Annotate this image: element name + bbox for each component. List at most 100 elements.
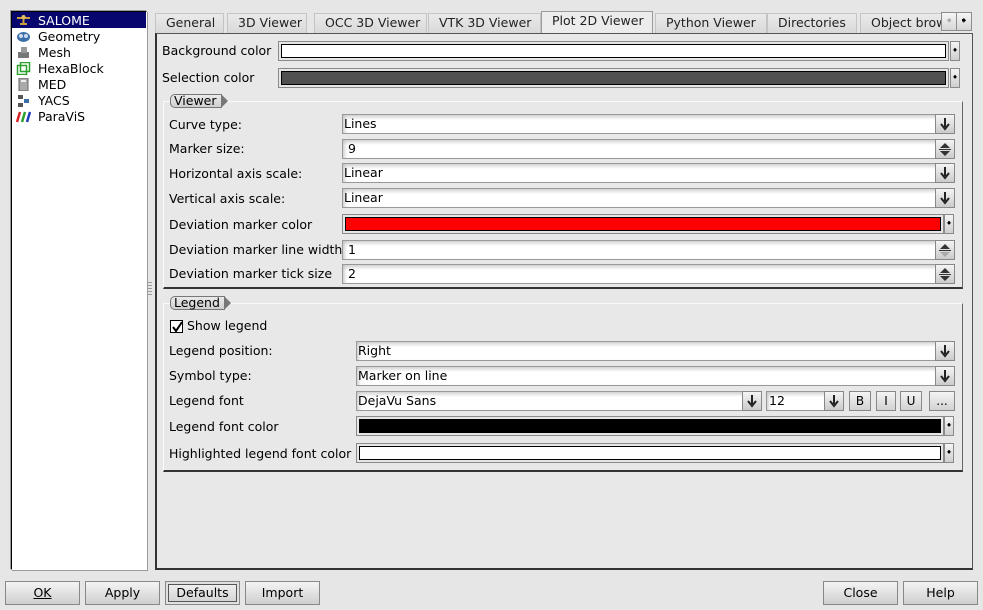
legend-font-size-dropdown-button[interactable]: [824, 391, 844, 411]
legend-font-size-select[interactable]: 12: [766, 391, 844, 411]
legend-font-color-dropdown[interactable]: 🠻: [944, 416, 954, 436]
underline-button[interactable]: U: [900, 391, 922, 411]
module-item-paravis[interactable]: ParaViS: [12, 108, 146, 124]
checkmark-icon: [172, 321, 183, 333]
selection-color-swatch: [281, 71, 946, 85]
show-legend-checkbox[interactable]: [170, 320, 183, 333]
deviation-marker-color-label: Deviation marker color: [169, 217, 313, 232]
spin-up-down-icon: [939, 268, 951, 281]
tab-plot-2d-viewer[interactable]: Plot 2D Viewer: [541, 11, 653, 33]
arrow-down-icon: 🠻: [946, 219, 952, 229]
module-item-med[interactable]: MED: [12, 76, 146, 92]
legend-font-color-swatch: [359, 419, 941, 433]
marker-size-spinbox[interactable]: 9: [342, 139, 955, 159]
tab-occ-3d-viewer[interactable]: OCC 3D Viewer: [314, 13, 427, 33]
import-label: Import: [261, 585, 304, 600]
show-legend-label[interactable]: Show legend: [187, 318, 267, 333]
italic-button[interactable]: I: [876, 391, 896, 411]
geometry-icon: [16, 30, 31, 43]
symbol-type-value: Marker on line: [358, 368, 448, 383]
defaults-button[interactable]: Defaults: [165, 581, 240, 605]
module-item-mesh[interactable]: Mesh: [12, 44, 146, 60]
splitter-handle[interactable]: [148, 282, 152, 296]
legend-group-title: Legend: [170, 296, 231, 310]
ok-label: OK: [33, 585, 52, 600]
symbol-type-dropdown-button[interactable]: [935, 366, 955, 386]
module-item-geometry[interactable]: Geometry: [12, 28, 146, 44]
highlighted-legend-font-color-button[interactable]: [356, 443, 944, 463]
ok-button[interactable]: OK: [5, 581, 80, 605]
module-label: HexaBlock: [38, 60, 104, 76]
arrow-left-icon: 🠸: [946, 16, 952, 27]
marker-size-spin-buttons[interactable]: [935, 139, 955, 159]
tab-object-browser[interactable]: Object brow: [860, 13, 942, 33]
highlighted-legend-font-color-dropdown[interactable]: 🠻: [944, 443, 954, 463]
legend-font-label: Legend font: [169, 393, 244, 408]
legend-position-value: Right: [358, 343, 391, 358]
background-color-button[interactable]: [278, 41, 949, 61]
arrow-down-icon: [747, 395, 757, 408]
module-label: Mesh: [38, 44, 71, 60]
arrow-down-icon: 🠻: [946, 421, 952, 431]
legend-position-label: Legend position:: [169, 343, 273, 358]
module-item-salome[interactable]: SALOME: [12, 12, 146, 28]
curve-type-dropdown-button[interactable]: [935, 114, 955, 134]
vertical-axis-scale-label: Vertical axis scale:: [169, 191, 286, 206]
symbol-type-select[interactable]: Marker on line: [356, 366, 955, 386]
legend-position-dropdown-button[interactable]: [935, 341, 955, 361]
marker-size-value: 9: [348, 141, 356, 156]
deviation-marker-color-dropdown[interactable]: 🠻: [944, 214, 954, 234]
deviation-marker-tick-size-spinbox[interactable]: 2: [342, 264, 955, 284]
bold-button[interactable]: B: [849, 391, 871, 411]
vertical-axis-scale-dropdown-button[interactable]: [935, 188, 955, 208]
legend-font-color-button[interactable]: [356, 416, 944, 436]
tab-3d-viewer[interactable]: 3D Viewer: [227, 13, 307, 33]
deviation-marker-line-width-spinbox[interactable]: 1: [342, 240, 955, 260]
legend-font-size-value: 12: [769, 393, 785, 408]
vertical-axis-scale-select[interactable]: Linear: [342, 188, 955, 208]
defaults-label: Defaults: [176, 585, 229, 600]
marker-size-label: Marker size:: [169, 141, 245, 156]
deviation-marker-tick-size-spin-buttons[interactable]: [935, 264, 955, 284]
horizontal-axis-scale-select[interactable]: Linear: [342, 163, 955, 183]
tab-vtk-3d-viewer[interactable]: VTK 3D Viewer: [428, 13, 541, 33]
legend-font-family-dropdown-button[interactable]: [742, 391, 762, 411]
viewer-group-title: Viewer: [170, 94, 227, 108]
tab-python-viewer[interactable]: Python Viewer: [655, 13, 767, 33]
help-button[interactable]: Help: [903, 581, 978, 605]
curve-type-value: Lines: [344, 116, 377, 131]
tab-scroll-right-button[interactable]: 🠺: [956, 12, 972, 31]
module-item-hexablock[interactable]: HexaBlock: [12, 60, 146, 76]
import-button[interactable]: Import: [245, 581, 320, 605]
module-label: Geometry: [38, 28, 101, 44]
arrow-down-icon: [940, 118, 950, 131]
highlighted-legend-font-color-swatch: [359, 446, 941, 460]
legend-font-family-select[interactable]: DejaVu Sans: [356, 391, 762, 411]
deviation-marker-line-width-label: Deviation marker line width: [169, 242, 343, 257]
module-list[interactable]: SALOME Geometry Mesh HexaBlock MED YACS: [11, 11, 147, 570]
selection-color-button[interactable]: [278, 68, 949, 88]
tab-bar: General 3D Viewer OCC 3D Viewer VTK 3D V…: [155, 11, 942, 33]
horizontal-axis-scale-dropdown-button[interactable]: [935, 163, 955, 183]
background-color-dropdown[interactable]: 🠻: [950, 41, 960, 61]
tab-scroll-left-button[interactable]: 🠸: [941, 12, 957, 31]
apply-label: Apply: [104, 585, 141, 600]
curve-type-label: Curve type:: [169, 117, 242, 132]
module-label: ParaViS: [38, 108, 86, 124]
tab-general[interactable]: General: [155, 13, 224, 33]
tab-directories[interactable]: Directories: [767, 13, 857, 33]
arrow-right-icon: 🠺: [961, 16, 967, 27]
module-item-yacs[interactable]: YACS: [12, 92, 146, 108]
apply-button[interactable]: Apply: [85, 581, 160, 605]
font-more-button[interactable]: ...: [929, 391, 955, 411]
horizontal-axis-scale-value: Linear: [344, 165, 383, 180]
selection-color-dropdown[interactable]: 🠻: [950, 68, 960, 88]
module-label: SALOME: [38, 12, 90, 28]
deviation-marker-color-button[interactable]: [342, 214, 944, 234]
curve-type-select[interactable]: Lines: [342, 114, 955, 134]
highlighted-legend-font-color-label: Highlighted legend font color: [169, 446, 352, 461]
deviation-marker-line-width-spin-buttons[interactable]: [935, 240, 955, 260]
close-button[interactable]: Close: [823, 581, 898, 605]
deviation-marker-tick-size-value: 2: [348, 266, 356, 281]
legend-position-select[interactable]: Right: [356, 341, 955, 361]
